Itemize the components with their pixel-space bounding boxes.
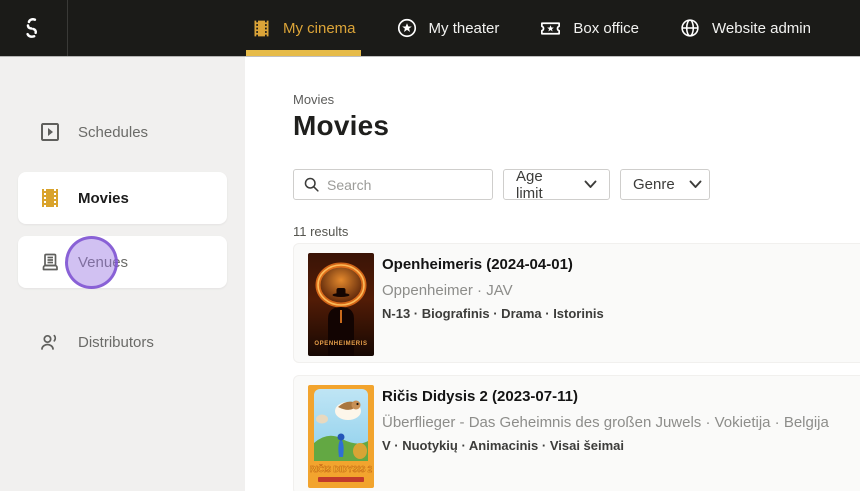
- chevron-down-icon: [584, 180, 597, 189]
- sidebar: Schedules Movies Venues Distributors: [0, 56, 245, 491]
- search-input[interactable]: [327, 176, 508, 193]
- nav-label: My theater: [428, 19, 500, 37]
- movie-title[interactable]: Ričis Didysis 2 (2023-07-11): [382, 388, 860, 405]
- nav-item-website-admin[interactable]: Website admin: [674, 0, 816, 56]
- venue-building-icon: [38, 250, 62, 274]
- filter-bar: Age limit Genre: [293, 167, 860, 202]
- poster-caption: RIČIS DIDYSIS 2: [310, 465, 373, 474]
- sidebar-item-label: Schedules: [78, 123, 149, 141]
- dropdown-label: Age limit: [516, 167, 543, 202]
- film-strip-icon: [251, 18, 272, 39]
- main-content: Movies Movies Age limit Genre: [245, 56, 860, 491]
- navbar-menu: My cinema My theater Box office Website …: [246, 0, 816, 56]
- chevron-down-icon: [689, 180, 702, 189]
- sidebar-item-label: Movies: [78, 189, 129, 207]
- sidebar-item-venues[interactable]: Venues: [18, 236, 227, 289]
- movie-tags: V · Nuotykių · Animacinis · Visai šeimai: [382, 438, 625, 453]
- top-navbar: My cinema My theater Box office Website …: [0, 0, 860, 56]
- navbar-divider: [67, 0, 68, 56]
- sidebar-item-label: Venues: [78, 253, 129, 271]
- movie-title[interactable]: Openheimeris (2024-04-01): [382, 256, 860, 273]
- movie-list-item[interactable]: OPENHEIMERIS Openheimeris (2024-04-01) O…: [293, 243, 860, 363]
- dropdown-label: Genre: [633, 176, 675, 193]
- nav-item-my-theater[interactable]: My theater: [391, 0, 505, 56]
- nav-item-box-office[interactable]: Box office: [534, 0, 644, 56]
- movie-list-item[interactable]: RIČIS DIDYSIS 2 Ričis Didysis 2 (2023-07…: [293, 375, 860, 491]
- sidebar-item-movies[interactable]: Movies: [18, 172, 227, 224]
- breadcrumb[interactable]: Movies: [293, 92, 860, 107]
- movie-subtitle: Oppenheimer · JAV: [382, 282, 513, 299]
- film-strip-icon: [38, 186, 62, 210]
- sidebar-item-schedules[interactable]: Schedules: [18, 106, 227, 158]
- app-logo-icon[interactable]: [16, 13, 46, 43]
- results-count: 11 results: [293, 224, 349, 239]
- movie-info: Ričis Didysis 2 (2023-07-11) Überflieger…: [382, 376, 860, 453]
- age-limit-dropdown[interactable]: Age limit: [503, 167, 610, 202]
- movie-tags: N-13 · Biografinis · Drama · Istorinis: [382, 306, 604, 321]
- poster-caption: OPENHEIMERIS: [314, 341, 367, 347]
- nav-label: My cinema: [283, 19, 356, 37]
- nav-item-my-cinema[interactable]: My cinema: [246, 0, 361, 56]
- sidebar-item-label: Distributors: [78, 333, 154, 351]
- sidebar-item-distributors[interactable]: Distributors: [18, 316, 227, 368]
- slideshow-icon: [38, 120, 62, 144]
- genre-dropdown[interactable]: Genre: [620, 169, 710, 200]
- page-title: Movies: [293, 110, 390, 141]
- star-circle-icon: [396, 17, 418, 39]
- globe-icon: [679, 17, 701, 39]
- movie-subtitle: Überflieger - Das Geheimnis des großen J…: [382, 414, 829, 431]
- search-icon: [303, 176, 320, 193]
- movie-info: Openheimeris (2024-04-01) Oppenheimer · …: [382, 244, 860, 321]
- ticket-icon: [539, 17, 562, 40]
- movie-poster-ricis-didysis-2: RIČIS DIDYSIS 2: [308, 385, 374, 488]
- search-box: [293, 169, 508, 200]
- movie-poster-openheimeris: OPENHEIMERIS: [308, 253, 374, 356]
- person-voice-icon: [38, 330, 62, 354]
- nav-label: Box office: [573, 19, 640, 37]
- nav-label: Website admin: [712, 19, 811, 37]
